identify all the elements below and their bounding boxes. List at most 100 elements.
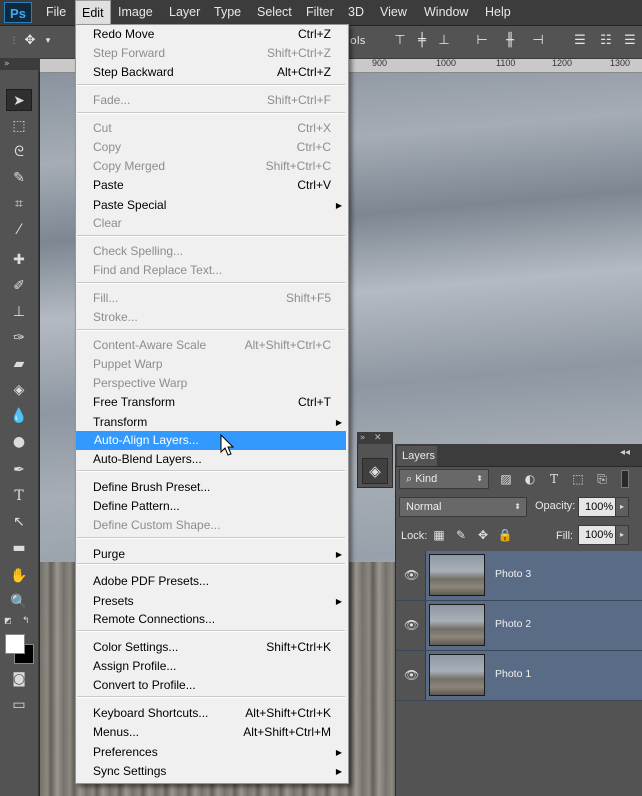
blend-mode-select[interactable]: Normal ⬍ — [399, 497, 527, 517]
menu-item-keyboard-shortcuts[interactable]: Keyboard Shortcuts... Alt+Shift+Ctrl+K — [75, 704, 347, 723]
layers-panel-icon[interactable]: ◈ — [362, 458, 388, 484]
filter-smart-object-icon[interactable]: ⎘ — [594, 471, 610, 487]
menu-help[interactable]: Help — [479, 0, 517, 25]
marquee-tool-icon[interactable]: ⬚ — [6, 115, 32, 137]
type-tool-icon[interactable]: T — [6, 485, 32, 507]
swap-colors-icon[interactable]: ↰ — [22, 616, 32, 626]
visibility-cell[interactable]: 👁 — [396, 601, 426, 650]
menu-item-auto-blend-layers[interactable]: Auto-Blend Layers... — [75, 450, 347, 469]
menu-item-auto-align-layers[interactable]: Auto-Align Layers... — [76, 431, 346, 450]
menu-item-perspective-warp[interactable]: Perspective Warp — [75, 374, 347, 393]
paint-bucket-tool-icon[interactable]: ◈ — [6, 379, 32, 401]
menu-item-paste[interactable]: Paste Ctrl+V — [75, 176, 347, 195]
lock-image-pixels-icon[interactable]: ✎ — [453, 527, 469, 543]
foreground-color-swatch[interactable] — [5, 634, 25, 654]
layer-row[interactable]: 👁 Photo 2 — [396, 601, 642, 651]
eye-icon[interactable]: 👁 — [404, 668, 419, 682]
chevron-down-icon[interactable]: ▾ — [38, 32, 58, 50]
opacity-input[interactable]: 100% — [578, 497, 616, 517]
move-tool-icon[interactable]: ➤ — [6, 89, 32, 111]
menu-item-convert-to-profile[interactable]: Convert to Profile... — [75, 676, 347, 695]
lock-position-icon[interactable]: ✥ — [475, 527, 491, 543]
menu-item-content-aware-scale[interactable]: Content-Aware Scale Alt+Shift+Ctrl+C — [75, 336, 347, 355]
menu-item-copy-merged[interactable]: Copy Merged Shift+Ctrl+C — [75, 157, 347, 176]
healing-brush-tool-icon[interactable]: ✚ — [6, 249, 32, 271]
menu-item-fade[interactable]: Fade... Shift+Ctrl+F — [75, 91, 347, 110]
quick-select-tool-icon[interactable]: ✎ — [6, 167, 32, 189]
menu-item-color-settings[interactable]: Color Settings... Shift+Ctrl+K — [75, 638, 347, 657]
fill-dropdown-button[interactable]: ▸ — [615, 525, 629, 545]
clone-stamp-tool-icon[interactable]: ⊥ — [6, 301, 32, 323]
align-bottom-icon[interactable]: ⊥ — [434, 32, 454, 50]
menu-item-adobe-pdf-presets[interactable]: Adobe PDF Presets... — [75, 572, 347, 591]
menu-select[interactable]: Select — [251, 0, 298, 25]
menu-edit[interactable]: Edit — [75, 0, 111, 25]
layer-name[interactable]: Photo 3 — [495, 568, 531, 580]
menu-item-check-spelling[interactable]: Check Spelling... — [75, 242, 347, 261]
visibility-cell[interactable]: 👁 — [396, 651, 426, 700]
menu-item-assign-profile[interactable]: Assign Profile... — [75, 657, 347, 676]
eyedropper-tool-icon[interactable]: ⁄ — [6, 219, 32, 241]
distribute-top-icon[interactable]: ☰ — [570, 32, 590, 50]
path-selection-tool-icon[interactable]: ↖ — [6, 511, 32, 533]
menu-item-define-pattern[interactable]: Define Pattern... — [75, 497, 347, 516]
menu-item-free-transform[interactable]: Free Transform Ctrl+T — [75, 393, 347, 412]
menu-item-fill[interactable]: Fill... Shift+F5 — [75, 289, 347, 308]
menu-item-menus[interactable]: Menus... Alt+Shift+Ctrl+M — [75, 723, 347, 742]
eraser-tool-icon[interactable]: ▰ — [6, 353, 32, 375]
layer-name[interactable]: Photo 2 — [495, 618, 531, 630]
tab-layers[interactable]: Layers — [397, 446, 437, 466]
align-right-icon[interactable]: ⊣ — [528, 32, 548, 50]
pen-tool-icon[interactable]: ✒ — [6, 459, 32, 481]
menu-item-stroke[interactable]: Stroke... — [75, 308, 347, 327]
fill-input[interactable]: 100% — [578, 525, 616, 545]
menu-item-cut[interactable]: Cut Ctrl+X — [75, 119, 347, 138]
collapse-panel-icon[interactable]: ◂◂ — [620, 447, 630, 458]
layer-row[interactable]: 👁 Photo 3 — [396, 551, 642, 601]
align-top-icon[interactable]: ⊤ — [390, 32, 410, 50]
collapsed-panel-header[interactable]: » ✕ — [357, 432, 393, 444]
lock-transparent-pixels-icon[interactable]: ▦ — [431, 527, 447, 543]
layer-name[interactable]: Photo 1 — [495, 668, 531, 680]
menu-window[interactable]: Window — [418, 0, 474, 25]
distribute-vcenter-icon[interactable]: ☷ — [596, 32, 616, 50]
visibility-cell[interactable]: 👁 — [396, 551, 426, 600]
history-brush-tool-icon[interactable]: ✑ — [6, 327, 32, 349]
filter-type-icon[interactable]: T — [546, 471, 562, 487]
eye-icon[interactable]: 👁 — [404, 618, 419, 632]
menu-item-remote-connections[interactable]: Remote Connections... — [75, 610, 347, 629]
default-colors-icon[interactable]: ◩ — [4, 616, 14, 626]
filter-shape-icon[interactable]: ⬚ — [570, 471, 586, 487]
hand-tool-icon[interactable]: ✋ — [6, 565, 32, 587]
distribute-bottom-icon[interactable]: ☰ — [620, 32, 640, 50]
dodge-tool-icon[interactable]: ● — [6, 431, 32, 453]
menu-view[interactable]: View — [374, 0, 413, 25]
align-hcenter-icon[interactable]: ╫ — [500, 32, 520, 50]
filter-kind-select[interactable]: ⌕ Kind ⬍ — [399, 469, 489, 489]
menu-file[interactable]: File — [40, 0, 72, 25]
filter-toggle-switch[interactable] — [621, 470, 629, 488]
menu-type[interactable]: Type — [208, 0, 247, 25]
opacity-dropdown-button[interactable]: ▸ — [615, 497, 629, 517]
align-left-icon[interactable]: ⊢ — [472, 32, 492, 50]
menu-item-clear[interactable]: Clear — [75, 214, 347, 233]
menu-item-step-forward[interactable]: Step Forward Shift+Ctrl+Z — [75, 44, 347, 63]
menu-3d[interactable]: 3D — [342, 0, 370, 25]
menu-item-sync-settings[interactable]: Sync Settings ▶ — [75, 762, 347, 781]
move-tool-preset-icon[interactable]: ✥ — [20, 32, 40, 50]
menu-item-transform[interactable]: Transform ▶ — [75, 413, 347, 432]
menu-item-step-backward[interactable]: Step Backward Alt+Ctrl+Z — [75, 63, 347, 82]
menu-item-paste-special[interactable]: Paste Special ▶ — [75, 196, 347, 215]
menu-layer[interactable]: Layer — [163, 0, 206, 25]
brush-tool-icon[interactable]: ✐ — [6, 275, 32, 297]
eye-icon[interactable]: 👁 — [404, 568, 419, 582]
screen-mode-icon[interactable]: ▭ — [6, 694, 32, 716]
align-vcenter-icon[interactable]: ╪ — [412, 32, 432, 50]
menu-item-presets[interactable]: Presets ▶ — [75, 592, 347, 611]
crop-tool-icon[interactable]: ⌗ — [6, 193, 32, 215]
filter-adjustment-icon[interactable]: ◐ — [522, 471, 538, 487]
quick-mask-icon[interactable]: ◙ — [6, 668, 32, 690]
tools-panel-header[interactable]: » — [0, 58, 38, 70]
menu-item-purge[interactable]: Purge ▶ — [75, 545, 347, 564]
menu-item-puppet-warp[interactable]: Puppet Warp — [75, 355, 347, 374]
